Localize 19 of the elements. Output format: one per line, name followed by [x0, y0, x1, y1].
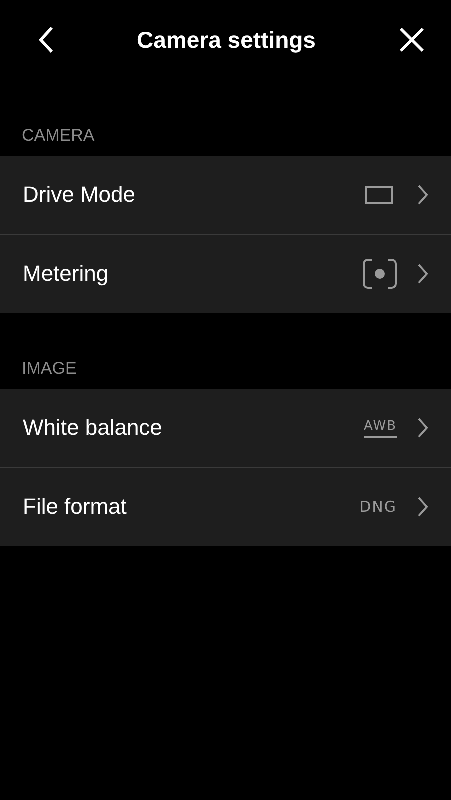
chevron-right-icon [417, 263, 429, 285]
settings-row[interactable]: Metering [0, 235, 451, 313]
screen-title: Camera settings [137, 26, 316, 54]
spot-metering-icon [363, 259, 397, 289]
chevron-right-icon [417, 417, 429, 439]
row-label: File format [23, 494, 128, 520]
section-label: CAMERA [21, 125, 96, 147]
chevron-right-icon [417, 496, 429, 518]
settings-row[interactable]: File format DNG [0, 468, 451, 546]
settings-row[interactable]: Drive Mode [0, 156, 451, 235]
row-label: White balance [23, 415, 164, 441]
chevron-right-icon [417, 184, 429, 206]
setting-value: AWB [364, 418, 397, 438]
setting-value: DNG [360, 498, 397, 516]
section-label: IMAGE [21, 358, 78, 380]
settings-row[interactable]: White balance AWB [0, 389, 451, 468]
single-frame-icon [365, 186, 393, 204]
row-label: Metering [23, 261, 110, 287]
row-label: Drive Mode [23, 182, 136, 208]
